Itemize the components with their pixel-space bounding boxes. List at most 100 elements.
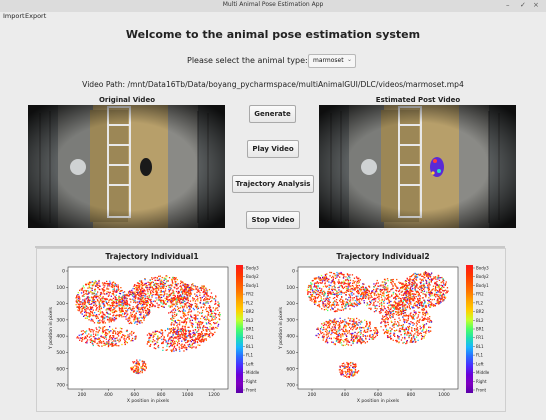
trajectory-point [187, 344, 189, 346]
trajectory-point [417, 301, 419, 303]
close-icon[interactable]: × [533, 1, 539, 10]
generate-button[interactable]: Generate [249, 105, 296, 123]
trajectory-point [423, 299, 425, 301]
trajectory-point [415, 325, 418, 327]
trajectory-point [95, 293, 97, 295]
trajectory-point [342, 299, 344, 301]
trajectory-point [396, 329, 398, 331]
animal-type-select[interactable]: marmoset ⌄ [308, 54, 356, 68]
trajectory-point [162, 281, 165, 283]
trajectory-point [318, 276, 320, 278]
trajectory-point [409, 289, 411, 291]
trajectory-point [401, 287, 403, 290]
trajectory-point [440, 284, 442, 286]
trajectory-point [122, 294, 124, 296]
trajectory-point [205, 329, 207, 331]
trajectory-point [182, 338, 184, 340]
trajectory-point [114, 319, 116, 321]
trajectory-point [81, 337, 83, 339]
trajectory-point [88, 329, 91, 331]
trajectory-point [86, 317, 88, 319]
trajectory-point [86, 339, 89, 341]
trajectory-point [140, 293, 142, 296]
trajectory-point [142, 307, 144, 309]
trajectory-point [315, 302, 317, 304]
trajectory-point [116, 291, 118, 293]
trajectory-point [108, 343, 110, 345]
trajectory-point [196, 340, 198, 343]
trajectory-point [188, 303, 190, 305]
trajectory-point [174, 309, 177, 311]
menu-export[interactable]: Export [25, 12, 46, 20]
play-video-button[interactable]: Play Video [247, 140, 299, 158]
trajectory-point [173, 350, 175, 352]
trajectory-point [347, 279, 350, 282]
trajectory-point [327, 294, 329, 296]
trajectory-point [357, 290, 359, 292]
trajectory-point [416, 327, 419, 329]
trajectory-point [137, 319, 139, 321]
trajectory-point [142, 302, 144, 304]
colorbar-label: BL1 [246, 344, 254, 349]
trajectory-point [345, 279, 347, 282]
trajectory-point [342, 303, 344, 305]
trajectory-point [321, 299, 323, 301]
trajectory-point [326, 273, 328, 275]
trajectory-point [130, 322, 132, 324]
trajectory-point [400, 299, 403, 302]
maximize-icon[interactable]: ✓ [520, 1, 526, 10]
menu-import[interactable]: Import [3, 12, 25, 20]
trajectory-point [380, 302, 383, 304]
trajectory-point [180, 288, 183, 290]
x-tick-label: 600 [131, 392, 140, 398]
trajectory-point [324, 341, 327, 343]
trajectory-point [331, 329, 334, 332]
trajectory-point [187, 314, 189, 316]
trajectory-point [84, 311, 86, 313]
trajectory-point [192, 285, 194, 287]
trajectory-point [206, 289, 209, 292]
trajectory-point [197, 326, 199, 328]
trajectory-point [144, 290, 146, 292]
trajectory-point [164, 282, 166, 284]
x-tick-label: 400 [104, 392, 113, 398]
minimize-icon[interactable]: – [506, 1, 510, 10]
trajectory-point [396, 287, 398, 289]
trajectory-point [379, 293, 381, 295]
trajectory-point [402, 303, 404, 305]
trajectory-point [91, 314, 93, 316]
trajectory-point [380, 310, 382, 312]
trajectory-point [368, 321, 371, 323]
trajectory-point [150, 340, 152, 342]
trajectory-point [414, 287, 416, 289]
trajectory-point [345, 298, 347, 300]
trajectory-point [187, 326, 189, 328]
trajectory-point [402, 294, 405, 296]
trajectory-point [345, 326, 347, 328]
trajectory-point [88, 300, 90, 302]
trajectory-point [423, 273, 425, 275]
trajectory-point [436, 300, 438, 302]
trajectory-point [103, 344, 105, 346]
trajectory-point [168, 346, 170, 348]
trajectory-point [111, 317, 113, 319]
trajectory-point [179, 307, 181, 309]
trajectory-point [389, 290, 391, 293]
trajectory-point [367, 289, 369, 292]
trajectory-point [188, 305, 190, 308]
trajectory-point [378, 296, 380, 298]
stop-video-button[interactable]: Stop Video [246, 211, 300, 229]
trajectory-point [352, 284, 354, 287]
trajectory-point [172, 277, 174, 279]
trajectory-analysis-button[interactable]: Trajectory Analysis [232, 175, 314, 193]
trajectory-point [191, 347, 193, 349]
trajectory-point [354, 304, 357, 306]
trajectory-point [121, 289, 123, 292]
trajectory-point [425, 323, 428, 325]
trajectory-point [413, 295, 415, 298]
trajectory-point [155, 347, 157, 350]
trajectory-point [357, 295, 359, 297]
trajectory-point [376, 308, 378, 310]
trajectory-point [95, 333, 97, 335]
trajectory-point [386, 278, 389, 280]
